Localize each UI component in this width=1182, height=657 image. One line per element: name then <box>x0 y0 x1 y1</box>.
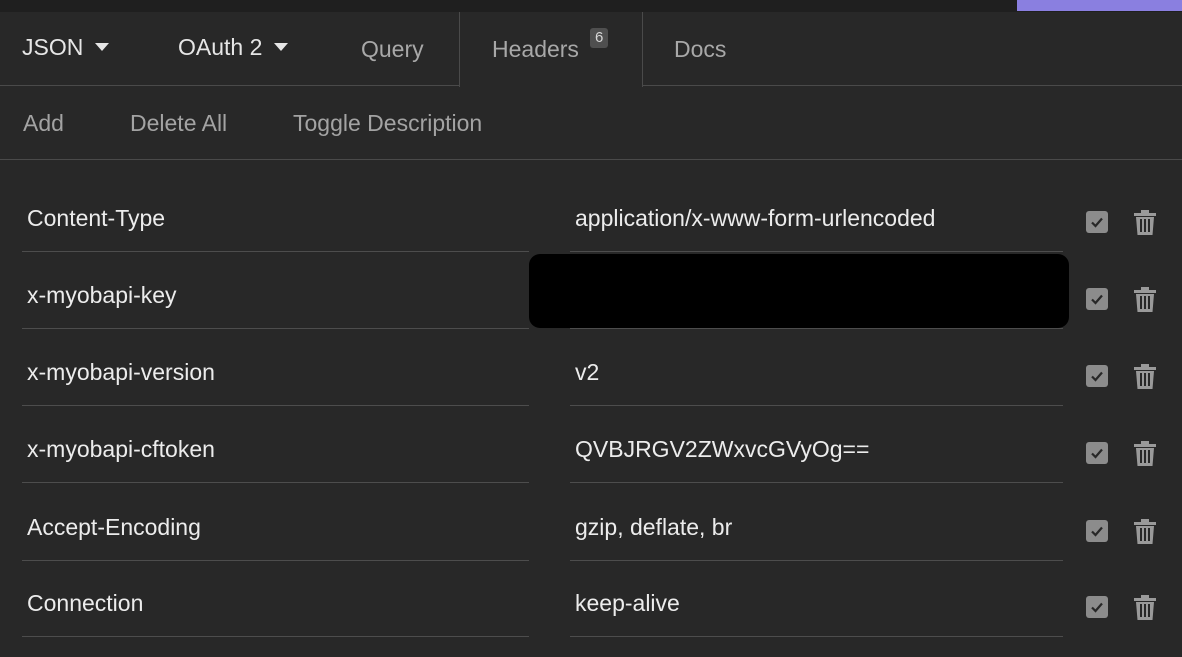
checkbox-checked-icon[interactable] <box>1086 596 1108 618</box>
redacted-value-overlay <box>529 254 1069 328</box>
trash-icon[interactable] <box>1132 518 1158 545</box>
trash-icon[interactable] <box>1132 594 1158 621</box>
checkbox-checked-icon[interactable] <box>1086 442 1108 464</box>
tab-query-label: Query <box>361 35 424 62</box>
header-value-input[interactable]: QVBJRGV2ZWxvcGVyOg== <box>570 417 1063 483</box>
header-row: Content-Type application/x-www-form-urle… <box>0 186 1182 263</box>
header-row: x-myobapi-version v2 <box>0 340 1182 417</box>
header-row: Accept-Encoding gzip, deflate, br <box>0 495 1182 572</box>
tab-docs[interactable]: Docs <box>674 12 726 86</box>
trash-icon[interactable] <box>1132 440 1158 467</box>
tab-headers[interactable]: Headers 6 <box>459 12 643 87</box>
tab-query[interactable]: Query <box>361 12 424 86</box>
checkbox-checked-icon[interactable] <box>1086 365 1108 387</box>
toggle-description-button[interactable]: Toggle Description <box>293 86 482 160</box>
caret-down-icon <box>95 43 110 51</box>
header-name-input[interactable]: Content-Type <box>22 186 529 252</box>
header-value-input[interactable]: v2 <box>570 340 1063 406</box>
header-row: x-myobapi-cftoken QVBJRGV2ZWxvcGVyOg== <box>0 417 1182 494</box>
header-name-input[interactable]: x-myobapi-cftoken <box>22 417 529 483</box>
checkbox-checked-icon[interactable] <box>1086 288 1108 310</box>
header-name-input[interactable]: x-myobapi-key <box>22 263 529 329</box>
header-value-input[interactable]: keep-alive <box>570 571 1063 637</box>
auth-type-label: OAuth 2 <box>178 33 263 60</box>
trash-icon[interactable] <box>1132 286 1158 313</box>
tab-docs-label: Docs <box>674 35 727 62</box>
header-name-input[interactable]: Connection <box>22 571 529 637</box>
send-button-edge[interactable] <box>1017 0 1182 11</box>
caret-down-icon <box>274 43 289 51</box>
request-tab-bar: JSON OAuth 2 Query Headers 6 Docs <box>0 10 1182 87</box>
trash-icon[interactable] <box>1132 363 1158 390</box>
auth-type-dropdown[interactable]: OAuth 2 <box>178 10 289 84</box>
trash-icon[interactable] <box>1132 209 1158 236</box>
delete-all-button[interactable]: Delete All <box>130 86 227 160</box>
headers-toolbar: Add Delete All Toggle Description <box>0 86 1182 160</box>
checkbox-checked-icon[interactable] <box>1086 211 1108 233</box>
body-type-dropdown[interactable]: JSON <box>22 10 110 84</box>
checkbox-checked-icon[interactable] <box>1086 520 1108 542</box>
header-row: Connection keep-alive <box>0 571 1182 648</box>
header-value-input[interactable]: application/x-www-form-urlencoded <box>570 186 1063 252</box>
add-header-button[interactable]: Add <box>23 86 64 160</box>
tab-headers-label: Headers <box>492 36 579 62</box>
header-value-input[interactable]: gzip, deflate, br <box>570 495 1063 561</box>
header-name-input[interactable]: x-myobapi-version <box>22 340 529 406</box>
body-type-label: JSON <box>22 33 84 60</box>
header-name-input[interactable]: Accept-Encoding <box>22 495 529 561</box>
headers-count-badge: 6 <box>590 28 609 48</box>
